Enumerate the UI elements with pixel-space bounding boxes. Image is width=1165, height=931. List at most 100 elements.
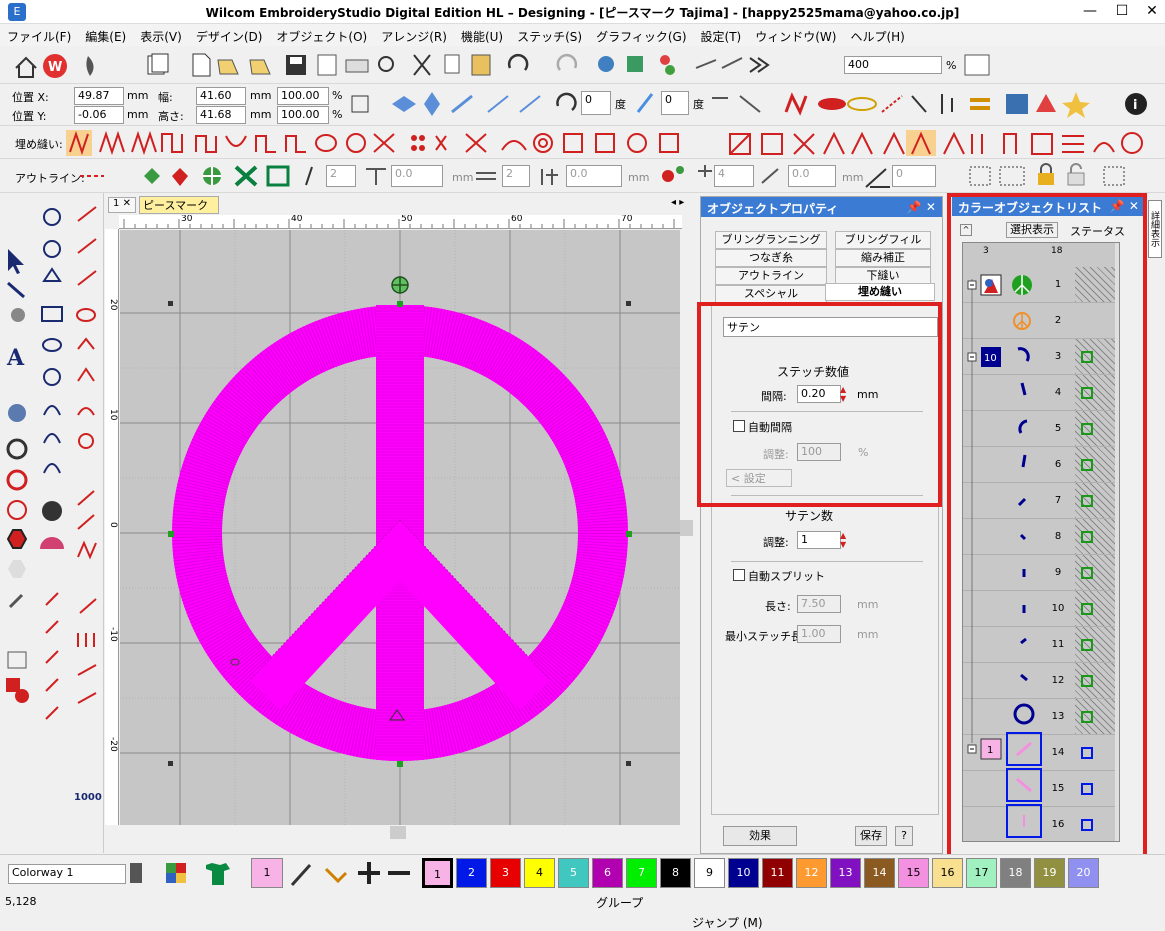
tab-special[interactable]: スペシャル (715, 285, 827, 303)
minimize-icon[interactable]: — (1075, 0, 1105, 24)
color-swatch[interactable]: 7 (626, 858, 657, 888)
color-swatch[interactable]: 3 (490, 858, 521, 888)
props-title-text: オブジェクトプロパティ (707, 202, 839, 216)
tab-pull-comp[interactable]: 縮み補正 (835, 249, 931, 267)
satin-adjust-label: 調整: (763, 536, 789, 549)
tool-icons[interactable]: A 1000 (0, 193, 104, 853)
tab-scroll-icon[interactable]: ◂ ▸ (671, 197, 684, 208)
color-swatch[interactable]: 14 (864, 858, 895, 888)
doc-tab-active[interactable]: ピースマーク ✕ (139, 196, 219, 226)
tab-outline[interactable]: アウトライン (715, 267, 827, 285)
menu-item[interactable]: 機能(U) (454, 24, 510, 45)
skew-input[interactable]: 0 (661, 91, 689, 115)
vertical-scrollbar[interactable] (680, 230, 694, 825)
color-swatch[interactable]: 12 (796, 858, 827, 888)
scale-w-input[interactable]: 100.00 (277, 87, 329, 105)
save-button[interactable]: 保存 (855, 826, 887, 846)
color-swatch[interactable]: 13 (830, 858, 861, 888)
color-swatch[interactable]: 8 (660, 858, 691, 888)
outline-length2-input[interactable]: 0.0 (566, 165, 622, 187)
ruler-label: 10 (108, 409, 118, 421)
effects-button[interactable]: 効果 (723, 826, 797, 846)
menu-item[interactable]: アレンジ(R) (374, 24, 454, 45)
color-swatch[interactable]: 20 (1068, 858, 1099, 888)
outline-angle-input[interactable]: 0 (892, 165, 936, 187)
color-swatch[interactable]: 16 (932, 858, 963, 888)
maximize-icon[interactable]: ☐ (1107, 0, 1137, 24)
color-swatch[interactable]: 11 (762, 858, 793, 888)
peace-sign-design[interactable] (120, 230, 680, 825)
color-swatch[interactable]: 10 (728, 858, 759, 888)
menu-item[interactable]: ファイル(F) (0, 24, 78, 45)
fill-stitch-icons[interactable] (0, 126, 1165, 159)
color-swatch[interactable]: 4 (524, 858, 555, 888)
highlight-stitch-values (697, 302, 942, 507)
pos-y-input[interactable]: -0.06 (74, 106, 124, 124)
menu-item[interactable]: 表示(V) (133, 24, 189, 45)
color-swatch[interactable]: 18 (1000, 858, 1031, 888)
min-stitch-label: 最小ステッチ長: (725, 630, 806, 643)
color-swatch[interactable]: 1 (422, 858, 453, 888)
auto-split-checkbox[interactable] (733, 569, 745, 581)
status-group: グループ (596, 896, 644, 910)
rotate-input[interactable]: 0 (581, 91, 611, 115)
scale-h-input[interactable]: 100.00 (277, 106, 329, 124)
menu-item[interactable]: ウィンドウ(W) (748, 24, 843, 45)
outline-length-input[interactable]: 0.0 (391, 165, 443, 187)
satin-stepper[interactable]: ▲ ▼ (840, 531, 852, 549)
doc-tab-num[interactable]: 1 ✕ (108, 197, 136, 213)
menu-item[interactable]: ステッチ(S) (510, 24, 589, 45)
menu-item[interactable]: オブジェクト(O) (269, 24, 374, 45)
tab-fill-active[interactable]: 埋め縫い (825, 283, 935, 301)
vertical-scroll-thumb[interactable] (680, 520, 693, 536)
fill-toolbar: 埋め縫い: (0, 126, 1165, 159)
zoom-input[interactable]: 400 (844, 56, 942, 74)
toolbar-icons[interactable]: W (0, 46, 1165, 84)
color-swatch[interactable]: 6 (592, 858, 623, 888)
outline-length3-input[interactable]: 0.0 (788, 165, 836, 187)
tab-bring-running[interactable]: ブリングランニング (715, 231, 827, 249)
help-button[interactable]: ? (895, 826, 913, 846)
min-stitch-input[interactable]: 1.00 (797, 625, 841, 643)
pos-x-input[interactable]: 49.87 (74, 87, 124, 105)
outline-count3-input[interactable]: 4 (714, 165, 754, 187)
zoom-unit: % (946, 59, 957, 72)
horizontal-scroll-thumb[interactable] (390, 826, 406, 839)
pct-label: % (332, 108, 343, 121)
height-input[interactable]: 41.68 (196, 106, 246, 124)
unit-label: mm (127, 89, 149, 102)
document-area: 1 ✕ ピースマーク ✕ ◂ ▸ 30 40 50 60 70 20 10 0 … (105, 195, 696, 855)
color-swatch[interactable]: 9 (694, 858, 725, 888)
tab-bring-fill[interactable]: ブリングフィル (835, 231, 931, 249)
menu-item[interactable]: ヘルプ(H) (843, 24, 911, 45)
menu-item[interactable]: グラフィック(G) (589, 24, 693, 45)
menu-item[interactable]: 編集(E) (78, 24, 133, 45)
mm-label: mm (842, 171, 864, 184)
design-canvas[interactable] (120, 230, 680, 825)
menu-item[interactable]: デザイン(D) (189, 24, 270, 45)
unit-label: mm (250, 108, 272, 121)
colorway-tools[interactable] (0, 855, 420, 891)
satin-adjust-input[interactable]: 1 (797, 531, 841, 549)
color-swatch[interactable]: 2 (456, 858, 487, 888)
outline-toolbar: アウトライン: 2 0.0 mm 2 0.0 mm 4 0.0 mm 0 (0, 159, 1165, 193)
menu-item[interactable]: 設定(T) (694, 24, 749, 45)
color-swatch[interactable]: 5 (558, 858, 589, 888)
status-jump: ジャンプ (M) (692, 916, 763, 930)
main-toolbar: W 400 % (0, 46, 1165, 84)
close-icon[interactable]: ✕ (1137, 0, 1165, 24)
color-swatch[interactable]: 15 (898, 858, 929, 888)
side-tab-details[interactable]: 詳細表示 (1148, 200, 1162, 258)
outline-count-input[interactable]: 2 (326, 165, 356, 187)
color-swatch[interactable]: 19 (1034, 858, 1065, 888)
doc-tab-num-label: 1 (113, 198, 120, 209)
outline-count2-input[interactable]: 2 (502, 165, 530, 187)
split-length-input[interactable]: 7.50 (797, 595, 841, 613)
pin-close-icons[interactable]: 📌 ✕ (907, 200, 936, 214)
colorway-bar: Colorway 1 1 1 2 3 4 5 6 7 8 9 10 11 12 13 14 15 16 17 18… (0, 854, 1165, 890)
tab-connector[interactable]: つなぎ糸 (715, 249, 827, 267)
horizontal-scrollbar[interactable] (120, 826, 680, 840)
ruler-top: 30 40 50 60 70 (119, 215, 682, 229)
width-input[interactable]: 41.60 (196, 87, 246, 105)
color-swatch[interactable]: 17 (966, 858, 997, 888)
